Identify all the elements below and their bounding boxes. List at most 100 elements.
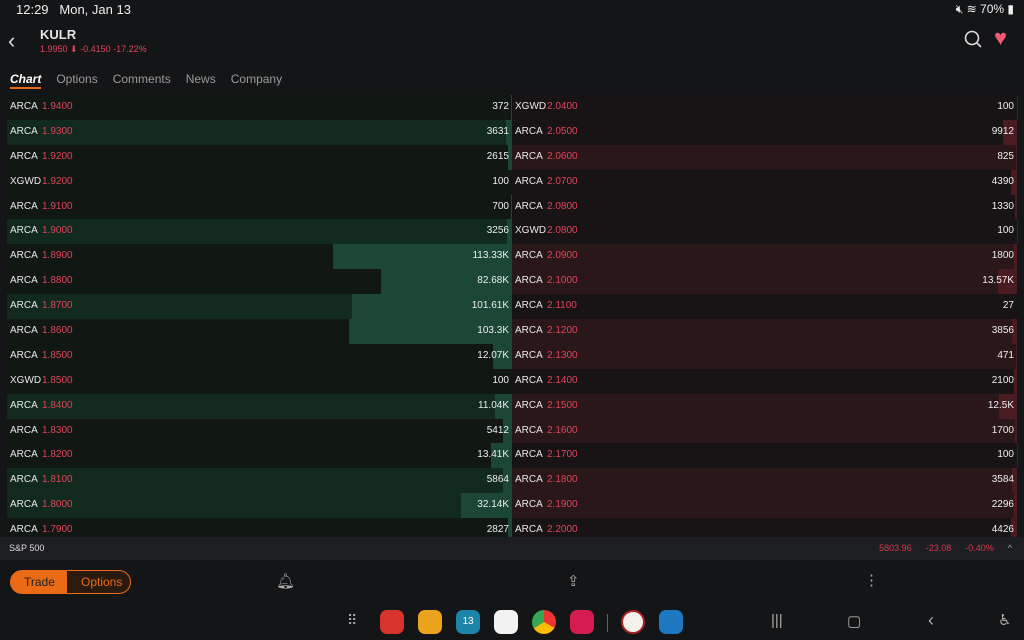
size: 32.14K — [477, 499, 509, 511]
ask-row[interactable]: ARCA 2.1900 2296 — [512, 493, 1017, 519]
bid-row[interactable]: ARCA 1.8700 101.61K — [7, 294, 512, 320]
size-bar — [1015, 144, 1017, 170]
tab-chart[interactable]: Chart — [10, 72, 42, 89]
ask-row[interactable]: XGWD 2.0800 100 — [512, 219, 1017, 245]
options-button[interactable]: Options — [66, 570, 131, 594]
size: 1700 — [991, 424, 1014, 436]
bid-row[interactable]: ARCA 1.9100 700 — [7, 194, 512, 220]
tab-options[interactable]: Options — [56, 72, 97, 89]
mute-icon: 🔇︎ — [955, 2, 964, 16]
exchange: ARCA — [10, 225, 38, 237]
share-icon[interactable]: ⇪ — [567, 572, 580, 590]
battery-icon: ▮ — [1007, 2, 1014, 16]
price: 2.1700 — [547, 449, 578, 461]
ask-row[interactable]: ARCA 2.0700 4390 — [512, 169, 1017, 195]
bid-row[interactable]: ARCA 1.8500 12.07K — [7, 343, 512, 369]
nav-back-icon[interactable]: ‹ — [928, 610, 934, 631]
exchange: ARCA — [10, 474, 38, 486]
bid-row[interactable]: ARCA 1.8800 82.68K — [7, 269, 512, 295]
tab-comments[interactable]: Comments — [113, 72, 171, 89]
exchange: ARCA — [515, 125, 543, 137]
files-app-icon[interactable] — [418, 610, 442, 634]
ask-row[interactable]: ARCA 2.1000 13.57K — [512, 269, 1017, 295]
bid-row[interactable]: ARCA 1.8100 5864 — [7, 468, 512, 494]
messages-app-icon[interactable] — [494, 610, 518, 634]
size: 2100 — [991, 374, 1014, 386]
bid-row[interactable]: ARCA 1.8400 11.04K — [7, 393, 512, 419]
ask-row[interactable]: ARCA 2.1300 471 — [512, 343, 1017, 369]
ask-row[interactable]: ARCA 2.1600 1700 — [512, 418, 1017, 444]
bid-row[interactable]: ARCA 1.8600 103.3K — [7, 319, 512, 344]
price: 1.8800 — [42, 275, 73, 287]
size: 100 — [492, 374, 509, 386]
bid-row[interactable]: ARCA 1.8900 113.33K — [7, 244, 512, 270]
size: 4390 — [991, 175, 1014, 187]
price: 2.1400 — [547, 374, 578, 386]
size: 27 — [1002, 300, 1014, 312]
clock: 12:29 — [16, 2, 49, 17]
merriam-webster-app-icon[interactable] — [621, 610, 645, 634]
exchange: ARCA — [515, 374, 543, 386]
price: 1.8600 — [42, 325, 73, 337]
home-icon[interactable]: ▢ — [847, 612, 861, 630]
search-icon[interactable] — [964, 30, 982, 48]
bid-row[interactable]: ARCA 1.9000 3256 — [7, 219, 512, 245]
ask-row[interactable]: XGWD 2.0400 100 — [512, 95, 1017, 120]
exchange: ARCA — [515, 300, 543, 312]
back-icon[interactable]: ‹ — [8, 28, 15, 54]
size: 3631 — [486, 125, 509, 137]
size: 1330 — [991, 200, 1014, 212]
ask-row[interactable]: ARCA 2.0800 1330 — [512, 194, 1017, 220]
ask-row[interactable]: ARCA 2.0900 1800 — [512, 244, 1017, 270]
index-change: -23.08 — [925, 543, 952, 553]
bid-row[interactable]: ARCA 1.8300 5412 — [7, 418, 512, 444]
calendar-app-icon[interactable]: 13 — [456, 610, 480, 634]
tab-company[interactable]: Company — [231, 72, 282, 89]
accessibility-icon[interactable]: ♿︎ — [998, 611, 1011, 629]
exchange: ARCA — [515, 275, 543, 287]
exchange: ARCA — [10, 449, 38, 461]
ask-row[interactable]: ARCA 2.1200 3856 — [512, 319, 1017, 344]
chevron-up-icon[interactable]: ^ — [1008, 537, 1012, 560]
price: 2.1300 — [547, 349, 578, 361]
ask-row[interactable]: ARCA 2.1500 12.5K — [512, 393, 1017, 419]
ask-row[interactable]: ARCA 2.1100 27 — [512, 294, 1017, 320]
bid-row[interactable]: XGWD 1.8500 100 — [7, 368, 512, 394]
camera-app-icon[interactable] — [570, 610, 594, 634]
exchange: ARCA — [10, 101, 38, 112]
size: 13.57K — [982, 275, 1014, 287]
bid-row[interactable]: XGWD 1.9200 100 — [7, 169, 512, 195]
exchange: ARCA — [10, 300, 38, 312]
trade-button[interactable]: Trade — [10, 570, 74, 594]
bid-row[interactable]: ARCA 1.9200 2615 — [7, 144, 512, 170]
tab-news[interactable]: News — [186, 72, 216, 89]
bid-row[interactable]: ARCA 1.9300 3631 — [7, 119, 512, 145]
index-ticker[interactable]: S&P 500 5803.96 -23.08 -0.40% ^ — [0, 537, 1024, 560]
bid-row[interactable]: ARCA 1.8200 13.41K — [7, 443, 512, 469]
ask-row[interactable]: ARCA 2.1400 2100 — [512, 368, 1017, 394]
bid-row[interactable]: ARCA 1.9400 372 — [7, 95, 512, 120]
price: 1.8300 — [42, 424, 73, 436]
network-app-icon[interactable] — [659, 610, 683, 634]
more-icon[interactable]: ⋮ — [864, 571, 879, 589]
ask-row[interactable]: ARCA 2.1800 3584 — [512, 468, 1017, 494]
favorite-heart-icon[interactable]: ♥ — [994, 25, 1007, 51]
tab-bar: Chart Options Comments News Company — [10, 72, 282, 89]
ask-row[interactable]: ARCA 2.0600 825 — [512, 144, 1017, 170]
flipboard-app-icon[interactable] — [380, 610, 404, 634]
size: 11.04K — [478, 399, 509, 411]
size: 372 — [492, 101, 509, 112]
chrome-app-icon[interactable] — [532, 610, 556, 634]
price: 2.0700 — [547, 175, 578, 187]
price: 2.0400 — [547, 101, 578, 112]
ask-row[interactable]: ARCA 2.0500 9912 — [512, 119, 1017, 145]
size: 5412 — [486, 424, 509, 436]
price: 2.0800 — [547, 200, 578, 212]
recent-apps-icon[interactable]: ||| — [771, 612, 783, 629]
ask-row[interactable]: ARCA 2.1700 100 — [512, 443, 1017, 469]
alert-bell-icon[interactable]: 🔔︎ — [276, 572, 295, 590]
bid-row[interactable]: ARCA 1.8000 32.14K — [7, 493, 512, 519]
price: 1.9300 — [42, 125, 73, 137]
size: 1800 — [991, 250, 1014, 262]
app-drawer-icon[interactable]: ⠿ — [347, 612, 357, 629]
